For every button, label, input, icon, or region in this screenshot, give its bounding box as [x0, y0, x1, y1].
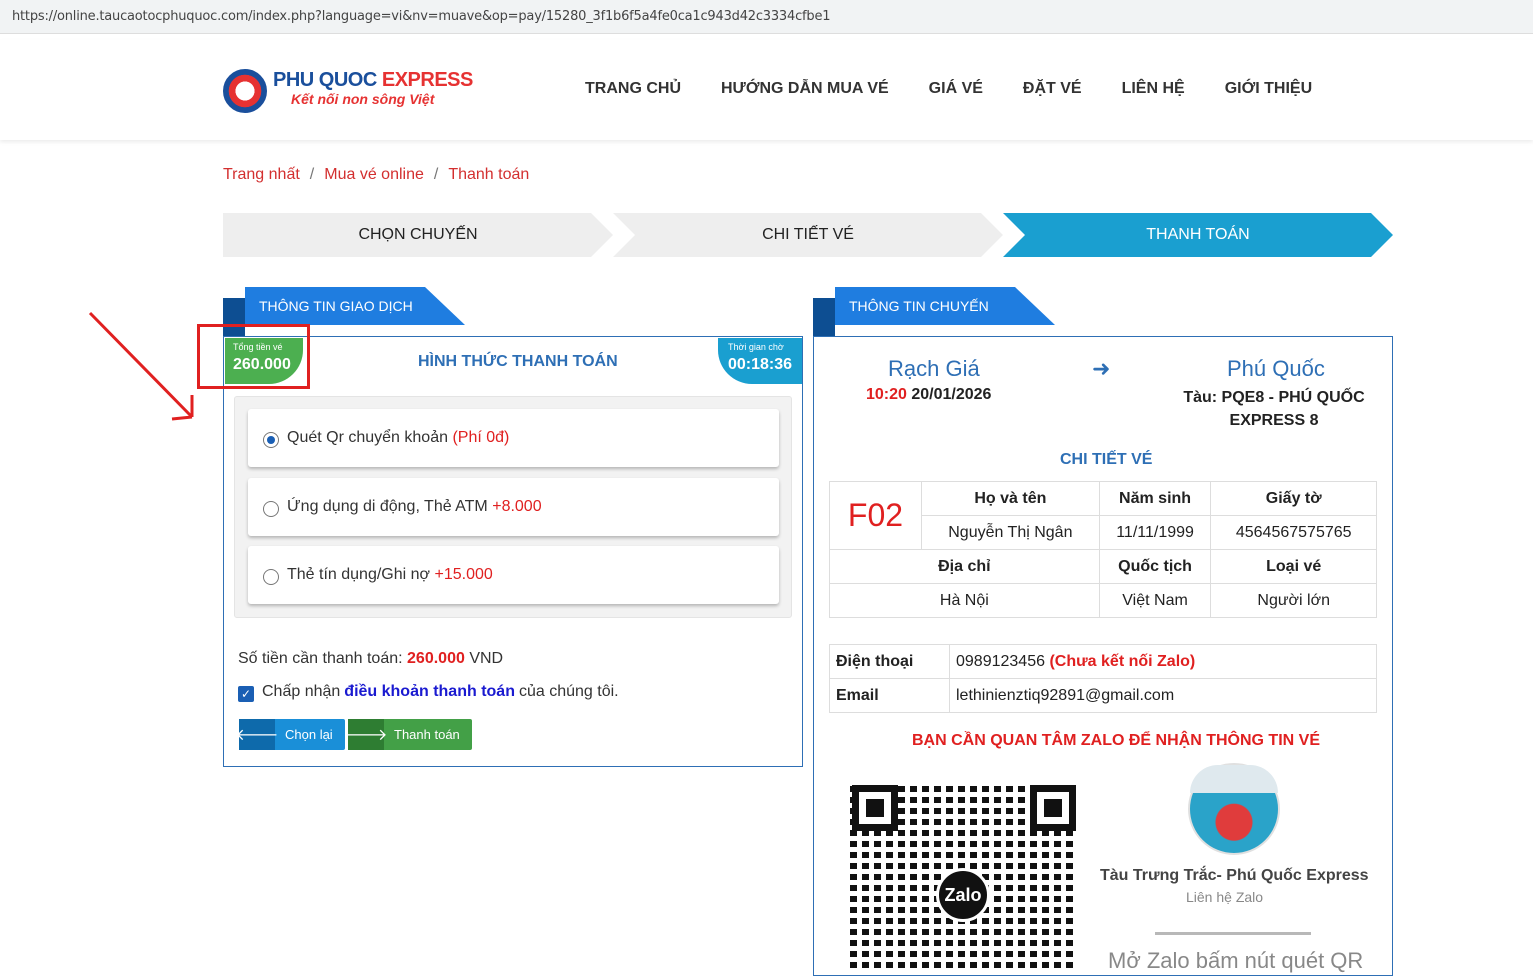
- payment-methods: Quét Qr chuyển khoản (Phí 0đ) Ứng dụng d…: [234, 396, 792, 618]
- step-choose-trip: CHỌN CHUYẾN: [223, 213, 613, 257]
- email-label: Email: [829, 678, 950, 713]
- table-row: Email lethinienztiq92891@gmail.com: [829, 678, 1377, 713]
- trip-datetime: 10:20 20/01/2026: [866, 386, 992, 403]
- breadcrumb-sep: /: [309, 166, 315, 183]
- back-button[interactable]: 🡐 Chọn lại: [236, 719, 345, 750]
- breadcrumb-payment[interactable]: Thanh toán: [448, 166, 529, 183]
- checkbox-checked-icon[interactable]: ✓: [238, 686, 254, 702]
- method-credit-card[interactable]: Thẻ tín dụng/Ghi nợ +15.000: [248, 546, 779, 604]
- method-qr[interactable]: Quét Qr chuyển khoản (Phí 0đ): [248, 409, 779, 467]
- payment-methods-heading: HÌNH THỨC THANH TOÁN: [418, 353, 618, 370]
- arrow-right-icon: ➜: [1092, 356, 1111, 381]
- nav-about[interactable]: GIỚI THIỆU: [1225, 80, 1312, 98]
- accept-terms: ✓ Chấp nhận điều khoản thanh toán của ch…: [238, 682, 619, 702]
- zalo-scan-hint: Mở Zalo bấm nút quét QR: [1108, 948, 1364, 973]
- url-text: https://online.taucaotocphuquoc.com/inde…: [12, 9, 831, 24]
- breadcrumb: Trang nhất / Mua vé online / Thanh toán: [223, 166, 529, 184]
- timer-label: Thời gian chờ: [728, 342, 784, 352]
- zalo-status: (Chưa kết nối Zalo): [1049, 652, 1196, 670]
- phone-value: 0989123456 (Chưa kết nối Zalo): [949, 644, 1377, 679]
- table-header: Loại vé: [1210, 549, 1377, 584]
- email-value: lethinienztiq92891@gmail.com: [949, 678, 1377, 713]
- trip-origin: Rạch Giá: [888, 356, 980, 381]
- brand-logo[interactable]: PHU QUOC EXPRESS Kết nối non sông Việt: [223, 67, 473, 117]
- table-cell: 4564567575765: [1210, 515, 1377, 550]
- divider: [1155, 932, 1311, 935]
- highlight-box: [197, 324, 310, 389]
- table-row: Điện thoại 0989123456 (Chưa kết nối Zalo…: [829, 644, 1377, 679]
- radio-icon[interactable]: [263, 569, 279, 585]
- breadcrumb-sep: /: [433, 166, 439, 183]
- ticket-table: F02 Họ và tên Năm sinh Giấy tờ Nguyễn Th…: [829, 481, 1377, 618]
- radio-selected-icon[interactable]: [263, 432, 279, 448]
- table-header: Quốc tịch: [1098, 549, 1212, 584]
- zalo-contact-label: Liên hệ Zalo: [1186, 889, 1264, 905]
- trip-box-title: THÔNG TIN CHUYẾN: [835, 287, 1055, 325]
- seat-number: F02: [829, 481, 922, 550]
- arrow-right-icon: 🡒: [345, 719, 387, 750]
- zalo-notice: BẠN CẦN QUAN TÂM ZALO ĐỂ NHẬN THÔNG TIN …: [912, 732, 1320, 749]
- terms-link[interactable]: điều khoản thanh toán: [344, 683, 515, 701]
- pay-button[interactable]: 🡒 Thanh toán: [345, 719, 472, 750]
- table-header: Địa chỉ: [829, 549, 1100, 584]
- amount-due: Số tiền cần thanh toán: 260.000 VND: [238, 650, 504, 667]
- brand-title: PHU QUOC EXPRESS: [273, 69, 473, 91]
- site-header: PHU QUOC EXPRESS Kết nối non sông Việt T…: [0, 40, 1533, 140]
- radio-icon[interactable]: [263, 501, 279, 517]
- nav-prices[interactable]: GIÁ VÉ: [929, 80, 983, 98]
- transaction-box-title: THÔNG TIN GIAO DỊCH: [245, 287, 465, 325]
- qr-finder-icon: [852, 785, 898, 831]
- checkout-steps: CHỌN CHUYẾN CHI TIẾT VÉ THANH TOÁN: [223, 213, 1393, 257]
- trip-destination: Phú Quốc: [1227, 356, 1325, 381]
- table-row: Địa chỉ Quốc tịch Loại vé: [829, 549, 1377, 584]
- nav-contact[interactable]: LIÊN HỆ: [1122, 80, 1185, 98]
- zalo-account-name: Tàu Trưng Trắc- Phú Quốc Express: [1100, 867, 1369, 884]
- breadcrumb-buy[interactable]: Mua vé online: [324, 166, 424, 183]
- step-payment: THANH TOÁN: [1003, 213, 1393, 257]
- table-cell: Nguyễn Thị Ngân: [921, 515, 1100, 550]
- main-nav: TRANG CHỦ HƯỚNG DẪN MUA VÉ GIÁ VÉ ĐẶT VÉ…: [585, 80, 1312, 98]
- phone-label: Điện thoại: [829, 644, 950, 679]
- timer-value: 00:18:36: [728, 356, 793, 373]
- arrow-left-icon: 🡐: [236, 719, 278, 750]
- table-header: Giấy tờ: [1210, 481, 1377, 516]
- zalo-logo: Zalo: [936, 868, 990, 922]
- step-ticket-details: CHI TIẾT VÉ: [613, 213, 1003, 257]
- brand-slogan: Kết nối non sông Việt: [291, 91, 435, 107]
- ticket-heading: CHI TIẾT VÉ: [1060, 451, 1153, 468]
- table-cell: Việt Nam: [1098, 583, 1212, 618]
- table-cell: Người lớn: [1210, 583, 1377, 618]
- qr-finder-icon: [1030, 785, 1076, 831]
- contact-table: Điện thoại 0989123456 (Chưa kết nối Zalo…: [829, 644, 1377, 713]
- timer-badge: Thời gian chờ 00:18:36: [718, 338, 802, 384]
- nav-home[interactable]: TRANG CHỦ: [585, 80, 681, 98]
- address-bar[interactable]: https://online.taucaotocphuquoc.com/inde…: [0, 0, 1533, 34]
- table-row: F02 Họ và tên Năm sinh Giấy tờ: [829, 481, 1377, 550]
- zalo-avatar: [1188, 763, 1280, 855]
- table-row: Hà Nội Việt Nam Người lớn: [829, 583, 1377, 618]
- method-atm[interactable]: Ứng dụng di động, Thẻ ATM +8.000: [248, 478, 779, 536]
- table-cell: Hà Nội: [829, 583, 1100, 618]
- breadcrumb-home[interactable]: Trang nhất: [223, 166, 300, 183]
- logo-emblem-icon: [223, 69, 267, 113]
- table-cell: 11/11/1999: [1098, 515, 1212, 550]
- annotation-arrow-icon: [88, 311, 194, 421]
- nav-guide[interactable]: HƯỚNG DẪN MUA VÉ: [721, 80, 889, 98]
- nav-booking[interactable]: ĐẶT VÉ: [1023, 80, 1082, 98]
- box-title-accent: [813, 298, 835, 336]
- trip-ship: Tàu: PQE8 - PHÚ QUỐC EXPRESS 8: [1183, 389, 1365, 429]
- table-header: Năm sinh: [1098, 481, 1212, 516]
- table-header: Họ và tên: [921, 481, 1100, 516]
